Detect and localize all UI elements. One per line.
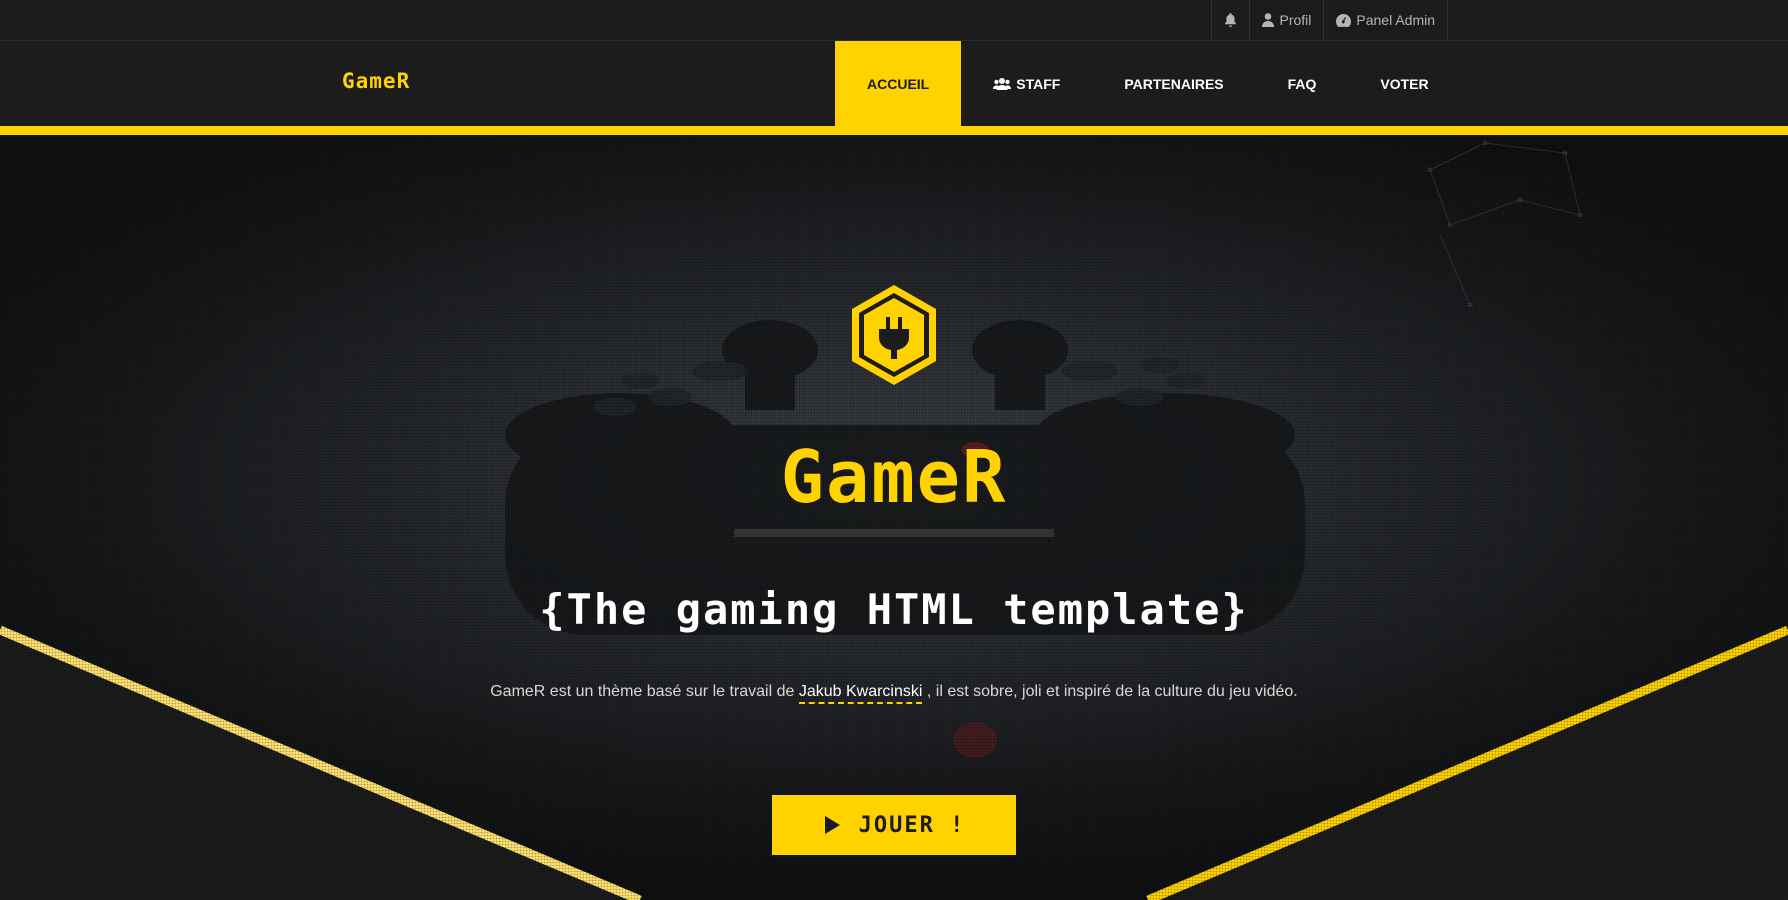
users-icon [993,77,1012,90]
hero-title: GameR [780,435,1008,519]
hero-content: GameR {The gaming HTML template} GameR e… [0,135,1788,900]
nav-label-accueil: ACCUEIL [867,75,930,92]
notifications-button[interactable] [1211,0,1249,40]
nav-label-staff: STAFF [1016,75,1061,92]
navbar-accent-line [0,126,1788,135]
nav-item-accueil[interactable]: ACCUEIL [835,41,962,126]
play-button[interactable]: JOUER ! [772,795,1016,855]
nav-label-partenaires: PARTENAIRES [1124,75,1224,92]
nav-label-voter: VOTER [1380,75,1429,92]
dashboard-icon [1336,13,1352,27]
plug-icon [852,285,936,385]
nav-item-voter[interactable]: VOTER [1348,41,1460,126]
admin-label: Panel Admin [1356,12,1435,28]
plug-badge [848,283,940,392]
main-navbar: GameR ACCUEIL STAFF PARTENAIRES FAQ VOTE… [0,41,1788,126]
profile-link[interactable]: Profil [1249,0,1323,40]
nav-label-faq: FAQ [1287,75,1317,92]
hero-desc-after: , il est sobre, joli et inspiré de la cu… [922,683,1298,700]
title-underline [734,529,1054,537]
nav-item-partenaires[interactable]: PARTENAIRES [1092,41,1255,126]
hero-description: GameR est un thème basé sur le travail d… [0,683,1788,704]
top-utility-bar: Profil Panel Admin [0,0,1788,41]
user-icon [1262,13,1275,27]
nav-item-faq[interactable]: FAQ [1256,41,1349,126]
site-logo[interactable]: GameR [342,69,410,93]
top-tools: Profil Panel Admin [1211,0,1448,40]
profile-label: Profil [1279,12,1312,28]
hero-desc-before: GameR est un thème basé sur le travail d… [490,683,799,700]
hero-subtitle: {The gaming HTML template} [539,585,1249,634]
play-button-label: JOUER ! [858,812,966,838]
play-icon [824,816,840,834]
nav-item-staff[interactable]: STAFF [961,41,1092,126]
admin-panel-link[interactable]: Panel Admin [1323,0,1448,40]
hero-section: GameR {The gaming HTML template} GameR e… [0,135,1788,900]
bell-icon [1225,13,1237,27]
main-nav: ACCUEIL STAFF PARTENAIRES FAQ VOTER [835,41,1461,126]
author-link[interactable]: Jakub Kwarcinski [798,683,923,704]
